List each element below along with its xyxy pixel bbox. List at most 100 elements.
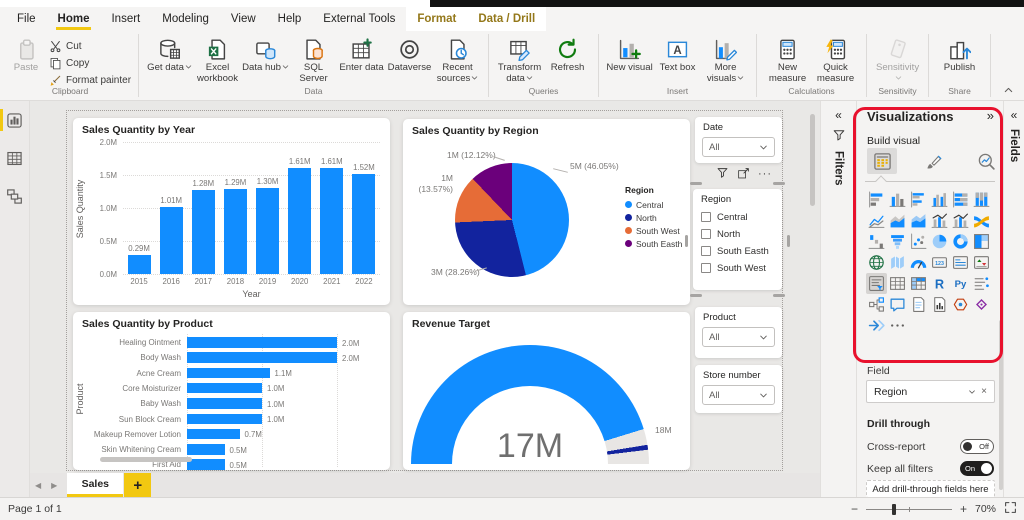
menu-tab-modeling[interactable]: Modeling bbox=[151, 7, 220, 31]
tab-format-visual[interactable] bbox=[919, 148, 949, 174]
bar-2022[interactable] bbox=[352, 174, 375, 274]
legend-item-north[interactable]: North bbox=[625, 211, 682, 224]
visual-type-stacked-area-chart[interactable] bbox=[908, 210, 929, 231]
zoom-slider-thumb[interactable] bbox=[892, 504, 896, 515]
zoom-out-button[interactable]: − bbox=[851, 502, 858, 516]
visual-type-kpi[interactable] bbox=[971, 252, 992, 273]
visual-type-qa-visual[interactable] bbox=[887, 294, 908, 315]
visual-type-clustered-bar-chart[interactable] bbox=[908, 189, 929, 210]
visual-type-line-and-clustered-column-chart[interactable] bbox=[950, 210, 971, 231]
selection-handle[interactable] bbox=[787, 235, 790, 247]
bar-2015[interactable] bbox=[128, 255, 151, 274]
next-page-arrow-icon[interactable]: ▶ bbox=[46, 481, 62, 490]
slicer-store-number[interactable]: Store number All bbox=[695, 365, 782, 413]
visual-type-power-apps[interactable] bbox=[950, 294, 971, 315]
selection-handle[interactable] bbox=[685, 235, 688, 247]
visual-type-paginated-report[interactable] bbox=[929, 294, 950, 315]
visual-type-smart-narrative[interactable] bbox=[908, 294, 929, 315]
data-hub-button[interactable]: Data hub bbox=[242, 38, 289, 74]
visual-type-map[interactable] bbox=[866, 252, 887, 273]
bar-2017[interactable] bbox=[192, 190, 215, 274]
checkbox-north[interactable] bbox=[701, 229, 711, 239]
visual-type-python-visual[interactable]: Py bbox=[950, 273, 971, 294]
visual-type-line-chart[interactable] bbox=[866, 210, 887, 231]
visual-type-waterfall-chart[interactable] bbox=[866, 231, 887, 252]
paste-button[interactable]: Paste bbox=[9, 38, 43, 88]
menu-tab-home[interactable]: Home bbox=[47, 7, 101, 31]
bar-healing-ointment[interactable] bbox=[187, 337, 337, 348]
slicer-date[interactable]: Date All bbox=[695, 117, 782, 163]
add-page-button[interactable]: + bbox=[124, 473, 151, 497]
visual-type-r-script-visual[interactable]: R bbox=[929, 273, 950, 294]
new-visual-button[interactable]: New visual bbox=[606, 38, 653, 74]
region-option-north[interactable]: North bbox=[701, 228, 740, 240]
pie-plot[interactable] bbox=[455, 163, 569, 277]
bar-baby-wash[interactable] bbox=[187, 398, 262, 409]
visual-sales-quantity-by-year[interactable]: Sales Quantity by Year 0.0M0.5M1.0M1.5M2… bbox=[73, 118, 390, 305]
date-dropdown[interactable]: All bbox=[702, 137, 775, 157]
visual-type-multi-row-card[interactable] bbox=[950, 252, 971, 273]
menu-tab-external-tools[interactable]: External Tools bbox=[312, 7, 406, 31]
menu-tab-data-drill[interactable]: Data / Drill bbox=[467, 7, 546, 31]
recent-sources-button[interactable]: Recent sources bbox=[434, 38, 481, 84]
selection-handle[interactable] bbox=[690, 294, 702, 297]
expand-fields-icon[interactable]: « bbox=[1011, 109, 1018, 121]
legend-item-central[interactable]: Central bbox=[625, 198, 682, 211]
pane-scrollbar[interactable] bbox=[999, 320, 1003, 490]
transform-data-button[interactable]: Transform data bbox=[496, 38, 543, 84]
sql-server-button[interactable]: SQL Server bbox=[290, 38, 337, 84]
bar-sun-block-cream[interactable] bbox=[187, 414, 262, 425]
remove-field-icon[interactable]: × bbox=[981, 386, 987, 397]
publish-button[interactable]: Publish bbox=[936, 38, 983, 74]
bar-core-moisturizer[interactable] bbox=[187, 383, 262, 394]
sensitivity-button[interactable]: Sensitivity bbox=[874, 38, 921, 84]
bar-2021[interactable] bbox=[320, 168, 343, 274]
region-option-central[interactable]: Central bbox=[701, 211, 748, 223]
text-box-button[interactable]: AText box bbox=[654, 38, 701, 74]
slicer-product[interactable]: Product All bbox=[695, 307, 782, 358]
page-tab-sales[interactable]: Sales bbox=[67, 473, 123, 497]
canvas-horizontal-scrollbar[interactable] bbox=[100, 457, 192, 462]
legend-item-south-west[interactable]: South West bbox=[625, 224, 682, 237]
visual-type-gauge[interactable] bbox=[908, 252, 929, 273]
visual-type-key-influencers[interactable] bbox=[971, 273, 992, 294]
visual-revenue-target[interactable]: Revenue Target 17M18M bbox=[403, 312, 690, 470]
cut-button[interactable]: Cut bbox=[49, 39, 131, 54]
add-drill-through-fields-dropzone[interactable]: Add drill-through fields here bbox=[866, 480, 995, 498]
visual-type-line-and-stacked-column-chart[interactable] bbox=[929, 210, 950, 231]
bar-2016[interactable] bbox=[160, 207, 183, 274]
fit-to-page-button[interactable] bbox=[1004, 501, 1017, 517]
bar-acne-cream[interactable] bbox=[187, 368, 270, 379]
get-data-button[interactable]: Get data bbox=[146, 38, 193, 74]
region-option-south-easth[interactable]: South Easth bbox=[701, 245, 769, 257]
store-number-dropdown[interactable]: All bbox=[702, 385, 775, 405]
visual-type-slicer[interactable] bbox=[866, 273, 887, 294]
model-view-button[interactable] bbox=[0, 177, 29, 215]
focus-mode-icon[interactable] bbox=[737, 167, 750, 180]
visual-type-table[interactable] bbox=[887, 273, 908, 294]
menu-tab-view[interactable]: View bbox=[220, 7, 267, 31]
bar-2018[interactable] bbox=[224, 189, 247, 274]
visual-type-funnel-chart[interactable] bbox=[887, 231, 908, 252]
report-canvas[interactable]: Sales Quantity by Year 0.0M0.5M1.0M1.5M2… bbox=[30, 101, 820, 473]
visual-type-arcgis-maps[interactable] bbox=[971, 294, 992, 315]
chevron-down-icon[interactable] bbox=[968, 389, 976, 395]
visual-type-scatter-chart[interactable] bbox=[908, 231, 929, 252]
visual-type-decomposition-tree[interactable] bbox=[866, 294, 887, 315]
more-visuals-button[interactable]: More visuals bbox=[702, 38, 749, 84]
checkbox-south-west[interactable] bbox=[701, 263, 711, 273]
expand-filters-icon[interactable]: « bbox=[835, 109, 842, 121]
visual-type-filled-map[interactable] bbox=[887, 252, 908, 273]
bar-skin-whitening-cream[interactable] bbox=[187, 444, 225, 455]
visual-type-treemap[interactable] bbox=[971, 231, 992, 252]
visual-sales-quantity-by-region[interactable]: Sales Quantity by Region 5M (46.05%)1M (… bbox=[403, 119, 690, 305]
bar-body-wash[interactable] bbox=[187, 352, 337, 363]
bar-makeup-remover-lotion[interactable] bbox=[187, 429, 240, 440]
visual-type-pie-chart[interactable] bbox=[929, 231, 950, 252]
checkbox-central[interactable] bbox=[701, 212, 711, 222]
product-dropdown[interactable]: All bbox=[702, 327, 775, 347]
quick-measure-button[interactable]: Quick measure bbox=[812, 38, 859, 84]
field-well-region[interactable]: Region × bbox=[866, 380, 995, 403]
menu-tab-help[interactable]: Help bbox=[267, 7, 313, 31]
canvas-vertical-scrollbar[interactable] bbox=[810, 114, 815, 206]
